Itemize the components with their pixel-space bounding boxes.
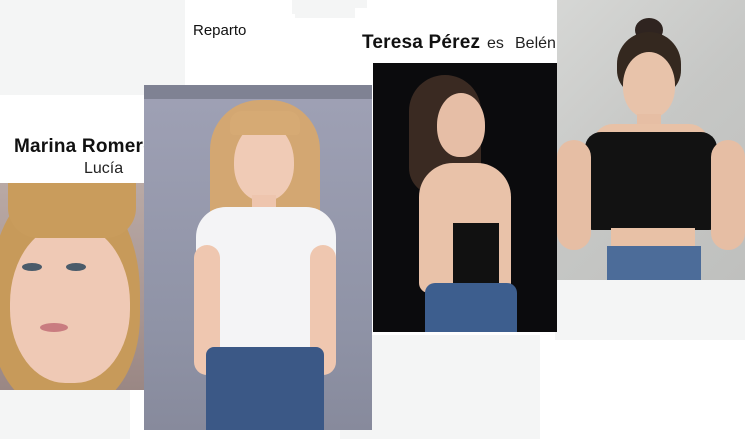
fringe <box>8 183 136 238</box>
arm <box>711 140 745 250</box>
jeans <box>425 283 517 332</box>
midriff <box>611 228 695 248</box>
face <box>437 93 485 157</box>
lips <box>40 323 68 332</box>
fringe <box>230 111 300 135</box>
actor-name-2: Teresa Pérez <box>362 32 481 53</box>
connector-2: es <box>487 35 504 52</box>
character-name-2: Belén <box>515 35 556 52</box>
black-top <box>453 223 499 283</box>
character-name-1: Lucía <box>84 160 124 177</box>
face <box>10 223 130 383</box>
collage-panel <box>0 0 185 95</box>
collage-panel <box>555 280 745 340</box>
full-body-studio-photo <box>144 85 372 430</box>
actor-name-1: Marina Romero <box>14 136 155 157</box>
arm <box>557 140 591 250</box>
photo-credit-strip <box>144 85 372 99</box>
eye <box>66 263 86 271</box>
back-view-black-photo <box>373 63 557 332</box>
eye <box>22 263 42 271</box>
hands-on-hips-concrete-photo <box>557 0 745 280</box>
face <box>623 52 675 118</box>
jeans <box>607 246 701 280</box>
headshot-closeup-photo <box>0 183 144 390</box>
black-crop-top <box>585 132 717 230</box>
collage-panel <box>0 385 130 439</box>
section-label: Reparto <box>193 22 247 39</box>
jeans <box>206 347 324 430</box>
